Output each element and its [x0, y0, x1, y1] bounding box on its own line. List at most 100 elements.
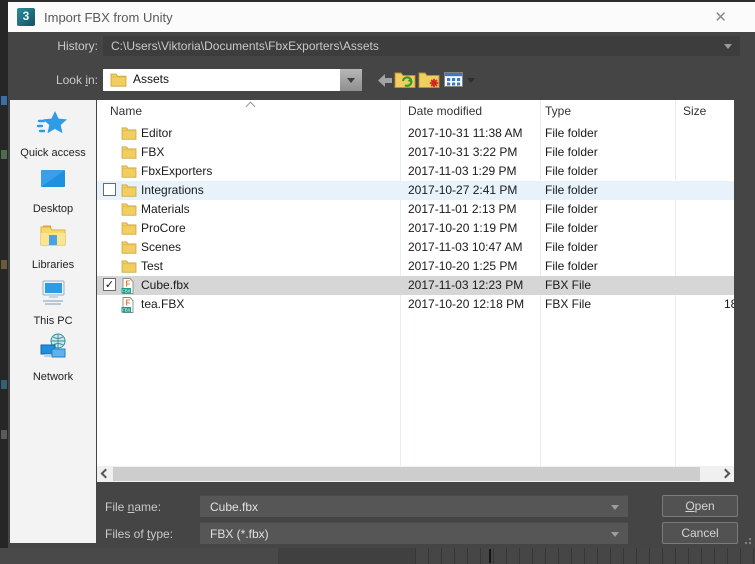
file-type: File folder: [545, 259, 598, 273]
folder-icon: [121, 145, 137, 160]
timeline-marker: [489, 549, 491, 563]
dialog-body: History: C:\Users\Viktoria\Documents\Fbx…: [8, 32, 755, 548]
file-name: ProCore: [141, 221, 186, 235]
svg-text:F: F: [126, 299, 131, 308]
file-name: Test: [141, 259, 163, 273]
file-name: Editor: [141, 126, 172, 140]
svg-text:FBX: FBX: [122, 288, 130, 293]
go-to-last-folder-icon[interactable]: [394, 70, 416, 89]
view-menu-arrow-icon[interactable]: [467, 78, 475, 83]
file-type: FBX File: [545, 297, 591, 311]
folder-icon: [121, 221, 137, 236]
file-name-dropdown[interactable]: Cube.fbx: [200, 495, 628, 517]
look-in-label: Look in:: [16, 73, 98, 87]
background-icon-sliver: [1, 380, 7, 389]
libraries-icon: [37, 220, 69, 252]
file-type: File folder: [545, 221, 598, 235]
scroll-left-icon[interactable]: [101, 469, 111, 479]
file-row[interactable]: Materials2017-11-01 2:13 PMFile folder: [97, 200, 734, 219]
file-size: 18: [724, 297, 734, 311]
back-arrow-icon[interactable]: [378, 74, 393, 87]
date-modified: 2017-10-20 1:25 PM: [408, 259, 517, 273]
dropdown-arrow-icon: [347, 78, 355, 83]
unchecked-checkbox[interactable]: [103, 183, 116, 196]
svg-text:F: F: [126, 280, 131, 289]
column-header-date-modified[interactable]: Date modified: [408, 104, 482, 118]
file-row[interactable]: Scenes2017-11-03 10:47 AMFile folder: [97, 238, 734, 257]
files-of-type-label: Files of type:: [105, 527, 173, 541]
sidebar-item-label: Libraries: [10, 259, 96, 271]
date-modified: 2017-11-03 12:23 PM: [408, 278, 523, 292]
sidebar-item-label: Desktop: [10, 203, 96, 215]
import-fbx-dialog-screen: 3 Import FBX from Unity ✕ History: C:\Us…: [0, 0, 755, 564]
sidebar-item-this-pc[interactable]: This PC: [10, 276, 96, 327]
file-name: FBX: [141, 145, 164, 159]
history-dropdown[interactable]: C:\Users\Viktoria\Documents\FbxExporters…: [103, 36, 740, 56]
folder-icon: [121, 164, 137, 179]
create-new-folder-icon[interactable]: [418, 70, 440, 89]
history-value: C:\Users\Viktoria\Documents\FbxExporters…: [111, 36, 379, 56]
fbx-file-icon: FFBX: [121, 278, 137, 293]
scrollbar-thumb[interactable]: [113, 467, 700, 481]
file-row[interactable]: ProCore2017-10-20 1:19 PMFile folder: [97, 219, 734, 238]
background-icon-sliver: [1, 260, 7, 269]
horizontal-scrollbar[interactable]: [97, 466, 734, 482]
files-of-type-dropdown[interactable]: FBX (*.fbx): [200, 522, 628, 544]
sidebar-item-label: Quick access: [10, 147, 96, 159]
places-sidebar: Quick access Desktop Libraries: [10, 100, 96, 543]
sort-ascending-icon: [246, 102, 256, 112]
dialog-title: Import FBX from Unity: [44, 10, 173, 25]
file-row[interactable]: FFBXtea.FBX2017-10-20 12:18 PMFBX File18: [97, 295, 734, 314]
folder-icon: [121, 126, 137, 141]
background-icon-sliver: [1, 150, 7, 159]
scroll-right-icon[interactable]: [721, 469, 731, 479]
open-button[interactable]: Open: [662, 495, 738, 517]
column-header-size[interactable]: Size: [683, 104, 706, 118]
file-name: Materials: [141, 202, 190, 216]
file-row[interactable]: ✓FFBXCube.fbx2017-11-03 12:23 PMFBX File: [97, 276, 734, 295]
file-name-value: Cube.fbx: [210, 496, 258, 518]
file-type: File folder: [545, 240, 598, 254]
file-row[interactable]: Integrations2017-10-27 2:41 PMFile folde…: [97, 181, 734, 200]
file-type: File folder: [545, 164, 598, 178]
file-row[interactable]: Editor2017-10-31 11:38 AMFile folder: [97, 124, 734, 143]
view-menu-icon[interactable]: [444, 72, 463, 87]
sidebar-item-network[interactable]: Network: [10, 332, 96, 383]
look-in-dropdown-button[interactable]: [340, 69, 362, 91]
this-pc-icon: [37, 276, 69, 308]
file-name: Cube.fbx: [141, 278, 189, 292]
cancel-button[interactable]: Cancel: [662, 522, 738, 544]
background-app-strip: [0, 548, 278, 564]
files-of-type-value: FBX (*.fbx): [210, 523, 269, 545]
dialog-titlebar[interactable]: 3 Import FBX from Unity ✕: [8, 2, 755, 32]
file-row[interactable]: FBX2017-10-31 3:22 PMFile folder: [97, 143, 734, 162]
folder-icon: [121, 183, 137, 198]
look-in-dropdown[interactable]: Assets: [103, 69, 362, 91]
sidebar-item-desktop[interactable]: Desktop: [10, 164, 96, 215]
sidebar-item-quick-access[interactable]: Quick access: [10, 108, 96, 159]
column-header-type[interactable]: Type: [545, 104, 571, 118]
date-modified: 2017-10-31 11:38 AM: [408, 126, 523, 140]
file-name: tea.FBX: [141, 297, 184, 311]
close-icon[interactable]: ✕: [714, 8, 727, 26]
sidebar-item-label: Network: [10, 371, 96, 383]
file-row[interactable]: FbxExporters2017-11-03 1:29 PMFile folde…: [97, 162, 734, 181]
background-icon-sliver: [1, 96, 7, 105]
folder-icon: [121, 202, 137, 217]
date-modified: 2017-10-20 12:18 PM: [408, 297, 524, 311]
dropdown-arrow-icon[interactable]: [611, 505, 619, 510]
file-name: Integrations: [141, 183, 204, 197]
sidebar-item-libraries[interactable]: Libraries: [10, 220, 96, 271]
date-modified: 2017-11-03 10:47 AM: [408, 240, 523, 254]
file-row[interactable]: Test 2017-10-20 1:25 PM File folder: [97, 257, 734, 276]
checked-checkbox[interactable]: ✓: [103, 278, 116, 291]
dropdown-arrow-icon[interactable]: [611, 532, 619, 537]
resize-grip[interactable]: [742, 538, 752, 547]
file-type: File folder: [545, 202, 598, 216]
file-name: FbxExporters: [141, 164, 212, 178]
folder-icon: [121, 259, 137, 274]
dropdown-arrow-icon[interactable]: [724, 44, 732, 49]
column-header-name[interactable]: Name: [110, 104, 142, 118]
file-name-label: File name:: [105, 500, 161, 514]
desktop-icon: [37, 164, 69, 196]
